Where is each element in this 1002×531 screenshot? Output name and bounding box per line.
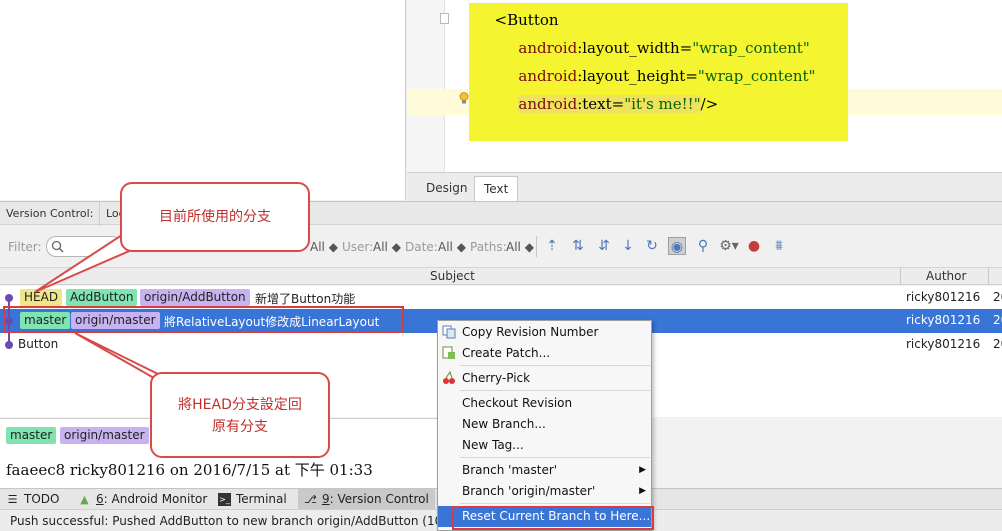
column-separator[interactable] [900,268,901,285]
expand-linear-icon[interactable]: ⇵ [595,237,613,255]
collapse-linear-icon[interactable]: ⇅ [569,237,587,255]
code-line-2: android:layout_width="wrap_content" [518,39,810,57]
menu-new-branch[interactable]: New Branch... [438,414,651,435]
user-filter[interactable]: All ◆ [373,240,401,254]
status-message[interactable]: Push successful: Pushed AddButton to new… [10,514,476,528]
code-line-1: <Button [494,11,559,29]
version-control-icon: ⎇ [304,493,317,506]
user-filter-label: User: [342,240,374,254]
ref-tag-remote: origin/master [60,427,149,444]
editor-gutter [407,0,449,172]
callout-text-line1: 將HEAD分支設定回 [178,397,302,413]
tool-android-monitor[interactable]: ▲ 6: Android Monitor [72,489,213,510]
menu-branch-origin-master[interactable]: Branch 'origin/master' ▶ [438,481,651,502]
tab-text[interactable]: Text [474,176,519,201]
callout-current-branch: 目前所使用的分支 [120,182,310,252]
cherry-icon [443,371,455,384]
copy-icon [442,325,456,339]
fold-marker-icon[interactable] [440,13,449,24]
settings-gear-icon[interactable]: ⚙▾ [718,237,740,255]
tool-terminal[interactable]: >_ Terminal [212,489,293,510]
menu-separator [460,365,650,366]
editor-mode-tabs: Design Text [407,172,1002,201]
commit-node [5,341,13,349]
project-tree-panel[interactable] [0,0,406,200]
column-separator[interactable] [988,268,989,285]
paths-filter[interactable]: All ◆ [506,240,534,254]
code-text[interactable]: <Button android:layout_width="wrap_conte… [485,6,815,118]
ref-tag-branch: master [6,427,57,444]
commit-hash-line: faaeec8 ricky801216 on 2016/7/15 at 下午 0… [6,461,373,479]
tool-todo[interactable]: ☰ TODO [0,489,65,510]
menu-cherry-pick[interactable]: Cherry-Pick [438,368,651,389]
filter-search-input[interactable] [46,236,122,257]
paths-filter-label: Paths: [470,240,507,254]
cherry-pick-toolbar-icon[interactable]: ⇡ [543,237,561,255]
log-table-header: Subject Author [0,268,1002,285]
menu-checkout-revision[interactable]: Checkout Revision [438,393,651,414]
commit-message: Button [18,337,59,351]
tab-version-control[interactable]: Version Control: [0,202,101,226]
menu-new-tag[interactable]: New Tag... [438,435,651,456]
ide-window: <Button android:layout_width="wrap_conte… [0,0,1002,531]
filter-label: Filter: [8,240,42,254]
lightbulb-icon[interactable] [459,92,469,104]
todo-icon: ☰ [7,493,18,506]
commit-node [5,294,13,302]
refresh-icon[interactable]: ↻ [643,237,661,255]
submenu-arrow-icon: ▶ [639,465,646,475]
android-icon: ▲ [80,493,89,506]
ref-tag-head: HEAD [20,289,63,306]
annotation-box-reset-item [452,506,654,530]
commit-date: 20 [993,290,1002,304]
commit-date: 20 [993,337,1002,351]
structure-icon[interactable]: ⩩ [770,237,788,255]
commit-author: ricky801216 [906,313,981,327]
code-editor[interactable]: <Button android:layout_width="wrap_conte… [407,0,1002,172]
menu-separator [460,390,650,391]
context-menu: Copy Revision Number Create Patch... Che… [437,320,652,531]
commit-date: 20 [993,313,1002,327]
callout-reset-branch: 將HEAD分支設定回 原有分支 [150,372,330,458]
date-filter-label: Date: [405,240,438,254]
callout-text-line2: 原有分支 [212,419,268,435]
commit-author: ricky801216 [906,290,981,304]
code-line-4: android:text="it's me!!"/> [518,95,719,113]
menu-branch-master[interactable]: Branch 'master' ▶ [438,460,651,481]
go-to-hash-icon[interactable]: ↓ [619,237,637,255]
tab-design[interactable]: Design [417,176,476,201]
menu-copy-revision-number[interactable]: Copy Revision Number [438,322,651,343]
ref-tag-remote: origin/AddButton [140,289,250,306]
submenu-arrow-icon: ▶ [639,486,646,496]
code-line-3: android:layout_height="wrap_content" [518,67,816,85]
column-author[interactable]: Author [926,269,966,283]
patch-icon [442,346,455,359]
menu-separator [460,457,650,458]
ref-tag-branch: AddButton [66,289,138,306]
tool-version-control[interactable]: ⎇ 9: Version Control [298,489,435,510]
commit-author: ricky801216 [906,337,981,351]
cherry-icon[interactable]: ● [745,237,763,255]
date-filter[interactable]: All ◆ [438,240,466,254]
toolbar-separator [536,236,537,257]
menu-separator [460,503,650,504]
commit-message: 新增了Button功能 [255,292,356,306]
search-icon [51,240,64,253]
branch-filter[interactable]: All ◆ [310,240,338,254]
zoom-icon[interactable]: ⚲ [694,237,712,255]
highlight-icon[interactable]: ◉ [668,237,686,255]
column-subject[interactable]: Subject [430,269,475,283]
menu-create-patch[interactable]: Create Patch... [438,343,651,364]
terminal-icon: >_ [218,493,231,506]
annotation-box-master-row [3,306,404,333]
